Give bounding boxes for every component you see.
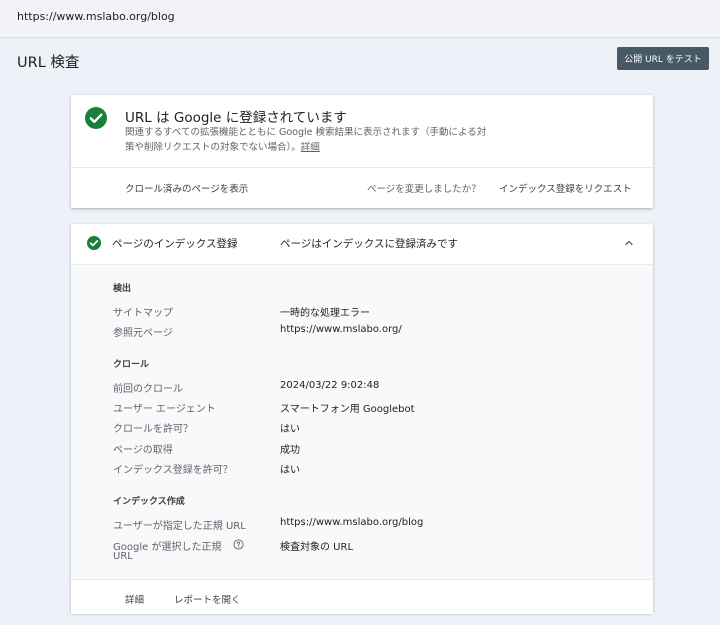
headline-suffix: に登録されています	[221, 110, 347, 126]
row-value-google-canonical: 検査対象の URL	[280, 542, 354, 553]
open-report-button[interactable]: レポートを開く	[174, 592, 241, 606]
section-title-indexing: インデックス作成	[113, 497, 185, 507]
details-button[interactable]: 詳細	[125, 592, 144, 606]
page-indexing-title: ページのインデックス登録	[112, 238, 238, 250]
address-bar-url[interactable]: https://www.mslabo.org/blog	[17, 10, 175, 23]
row-label-last-crawl: 前回のクロール	[113, 384, 183, 395]
row-value-indexing-allowed: はい	[280, 465, 300, 476]
headline-brand: Google	[173, 110, 222, 126]
row-label-user-canonical: ユーザーが指定した正規 URL	[113, 521, 246, 532]
page-changed-question: ページを変更しましたか？	[367, 184, 481, 195]
check-circle-icon	[87, 236, 101, 250]
test-live-url-button[interactable]: 公開 URL をテスト	[617, 47, 709, 70]
address-bar: https://www.mslabo.org/blog	[0, 0, 720, 38]
page-indexing-status: ページはインデックスに登録済みです	[280, 238, 458, 250]
page-indexing-card: ページのインデックス登録 ページはインデックスに登録済みです 検出 サイトマップ…	[71, 224, 653, 614]
index-status-card: URL は Google に登録されています 関連するすべての拡張機能とともに …	[71, 95, 653, 208]
headline-prefix: URL は	[125, 110, 174, 126]
page-indexing-header[interactable]: ページのインデックス登録 ページはインデックスに登録済みです	[71, 224, 653, 265]
row-label-referring-page: 参照元ページ	[113, 328, 173, 339]
section-title-discovery: 検出	[113, 284, 132, 294]
row-value-user-canonical[interactable]: https://www.mslabo.org/blog	[280, 517, 423, 528]
row-label-google-canonical-cont: URL	[113, 551, 133, 562]
row-value-referring-page[interactable]: https://www.mslabo.org/	[280, 324, 402, 335]
page-indexing-details: 検出 サイトマップ 一時的な処理エラー 参照元ページ https://www.m…	[71, 265, 653, 579]
page-indexing-footer: 詳細 レポートを開く	[71, 579, 653, 614]
check-circle-icon	[85, 107, 107, 129]
row-label-indexing-allowed: インデックス登録を許可？	[113, 465, 233, 476]
row-label-crawl-allowed: クロールを許可？	[113, 424, 193, 435]
row-label-user-agent: ユーザー エージェント	[113, 404, 216, 415]
row-value-page-fetch: 成功	[280, 445, 300, 456]
section-title-crawl: クロール	[113, 360, 150, 370]
row-label-sitemap: サイトマップ	[113, 308, 173, 319]
row-value-last-crawl: 2024/03/22 9:02:48	[280, 380, 380, 391]
row-value-user-agent: スマートフォン用 Googlebot	[280, 404, 415, 415]
index-status-description: 関連するすべての拡張機能とともに Google 検索結果に表示されます（手動によ…	[125, 126, 495, 155]
details-link[interactable]: 詳細	[301, 142, 320, 153]
row-value-sitemap: 一時的な処理エラー	[280, 308, 370, 319]
row-label-page-fetch: ページの取得	[113, 445, 173, 456]
request-indexing-button[interactable]: インデックス登録をリクエスト	[499, 181, 632, 195]
view-crawled-page-button[interactable]: クロール済みのページを表示	[125, 181, 248, 195]
row-value-crawl-allowed: はい	[280, 424, 300, 435]
index-status-headline: URL は Google に登録されています	[125, 106, 347, 126]
chevron-up-icon[interactable]	[623, 237, 635, 249]
divider	[71, 167, 653, 168]
help-icon[interactable]	[233, 539, 244, 550]
page-title: URL 検査	[17, 55, 80, 71]
